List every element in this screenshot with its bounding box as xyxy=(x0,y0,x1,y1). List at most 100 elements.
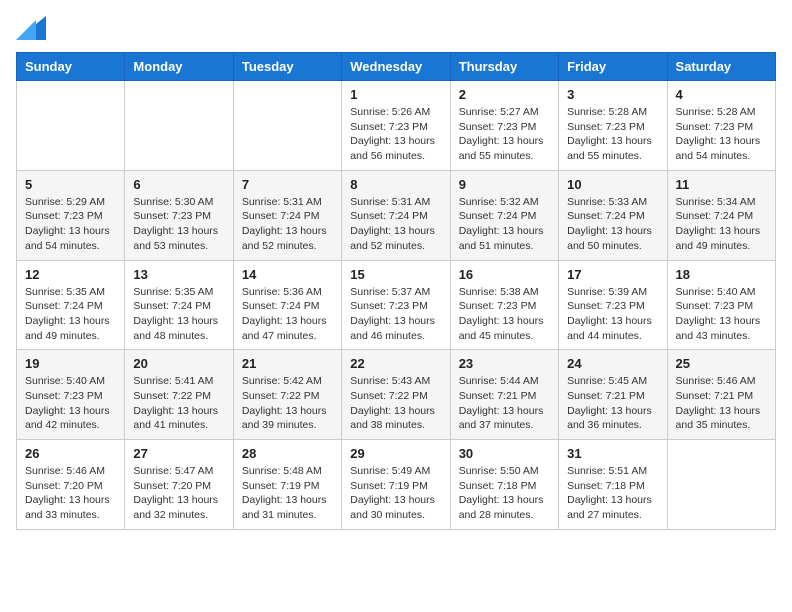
calendar-cell: 14Sunrise: 5:36 AM Sunset: 7:24 PM Dayli… xyxy=(233,260,341,350)
calendar-cell: 31Sunrise: 5:51 AM Sunset: 7:18 PM Dayli… xyxy=(559,440,667,530)
day-number: 7 xyxy=(242,177,333,192)
calendar-cell: 10 Sunrise: 5:33 AM Sunset: 7:24 PM Dayli… xyxy=(559,170,667,260)
day-number: 20 xyxy=(133,356,224,371)
calendar-cell: 19 Sunrise: 5:40 AM Sunset: 7:23 PM Dayli… xyxy=(17,350,125,440)
calendar-cell: 1Sunrise: 5:26 AM Sunset: 7:23 PM Daylig… xyxy=(342,81,450,171)
day-info: Sunrise: 5:28 AM Sunset: 7:23 PM Dayligh… xyxy=(676,105,767,164)
calendar-cell: 3 Sunrise: 5:28 AM Sunset: 7:23 PM Daylig… xyxy=(559,81,667,171)
calendar-cell: 7 Sunrise: 5:31 AM Sunset: 7:24 PM Daylig… xyxy=(233,170,341,260)
day-info: Sunrise: 5:42 AM Sunset: 7:22 PM Dayligh… xyxy=(242,374,333,433)
day-info: Sunrise: 5:49 AM Sunset: 7:19 PM Dayligh… xyxy=(350,464,441,523)
day-of-week-header: Saturday xyxy=(667,53,775,81)
calendar-week-row: 12 Sunrise: 5:35 AM Sunset: 7:24 PM Dayli… xyxy=(17,260,776,350)
day-info: Sunrise: 5:36 AM Sunset: 7:24 PM Dayligh… xyxy=(242,285,333,344)
day-number: 19 xyxy=(25,356,116,371)
day-number: 17 xyxy=(567,267,658,282)
day-info: Sunrise: 5:40 AM Sunset: 7:23 PM Dayligh… xyxy=(676,285,767,344)
day-number: 9 xyxy=(459,177,550,192)
calendar-week-row: 5 Sunrise: 5:29 AM Sunset: 7:23 PM Daylig… xyxy=(17,170,776,260)
day-info: Sunrise: 5:44 AM Sunset: 7:21 PM Dayligh… xyxy=(459,374,550,433)
calendar-table: SundayMondayTuesdayWednesdayThursdayFrid… xyxy=(16,52,776,530)
day-info: Sunrise: 5:43 AM Sunset: 7:22 PM Dayligh… xyxy=(350,374,441,433)
calendar-cell: 21 Sunrise: 5:42 AM Sunset: 7:22 PM Dayli… xyxy=(233,350,341,440)
calendar-week-row: 1Sunrise: 5:26 AM Sunset: 7:23 PM Daylig… xyxy=(17,81,776,171)
day-number: 16 xyxy=(459,267,550,282)
day-number: 10 xyxy=(567,177,658,192)
day-number: 31 xyxy=(567,446,658,461)
day-of-week-header: Wednesday xyxy=(342,53,450,81)
day-info: Sunrise: 5:31 AM Sunset: 7:24 PM Dayligh… xyxy=(242,195,333,254)
day-number: 22 xyxy=(350,356,441,371)
calendar-cell xyxy=(233,81,341,171)
calendar-cell: 25 Sunrise: 5:46 AM Sunset: 7:21 PM Dayli… xyxy=(667,350,775,440)
calendar-cell: 6 Sunrise: 5:30 AM Sunset: 7:23 PM Daylig… xyxy=(125,170,233,260)
calendar-cell: 30Sunrise: 5:50 AM Sunset: 7:18 PM Dayli… xyxy=(450,440,558,530)
day-info: Sunrise: 5:40 AM Sunset: 7:23 PM Dayligh… xyxy=(25,374,116,433)
calendar-cell: 4 Sunrise: 5:28 AM Sunset: 7:23 PM Daylig… xyxy=(667,81,775,171)
day-number: 11 xyxy=(676,177,767,192)
day-info: Sunrise: 5:50 AM Sunset: 7:18 PM Dayligh… xyxy=(459,464,550,523)
calendar-cell: 16 Sunrise: 5:38 AM Sunset: 7:23 PM Dayli… xyxy=(450,260,558,350)
calendar-cell: 17 Sunrise: 5:39 AM Sunset: 7:23 PM Dayli… xyxy=(559,260,667,350)
calendar-cell: 29Sunrise: 5:49 AM Sunset: 7:19 PM Dayli… xyxy=(342,440,450,530)
calendar-week-row: 26 Sunrise: 5:46 AM Sunset: 7:20 PM Dayli… xyxy=(17,440,776,530)
calendar-cell xyxy=(667,440,775,530)
day-info: Sunrise: 5:35 AM Sunset: 7:24 PM Dayligh… xyxy=(133,285,224,344)
calendar-cell: 9 Sunrise: 5:32 AM Sunset: 7:24 PM Daylig… xyxy=(450,170,558,260)
day-info: Sunrise: 5:37 AM Sunset: 7:23 PM Dayligh… xyxy=(350,285,441,344)
day-number: 23 xyxy=(459,356,550,371)
day-info: Sunrise: 5:28 AM Sunset: 7:23 PM Dayligh… xyxy=(567,105,658,164)
day-of-week-header: Sunday xyxy=(17,53,125,81)
day-of-week-header: Thursday xyxy=(450,53,558,81)
calendar-header-row: SundayMondayTuesdayWednesdayThursdayFrid… xyxy=(17,53,776,81)
day-info: Sunrise: 5:30 AM Sunset: 7:23 PM Dayligh… xyxy=(133,195,224,254)
calendar-cell: 26 Sunrise: 5:46 AM Sunset: 7:20 PM Dayli… xyxy=(17,440,125,530)
day-number: 13 xyxy=(133,267,224,282)
calendar-cell: 5 Sunrise: 5:29 AM Sunset: 7:23 PM Daylig… xyxy=(17,170,125,260)
day-info: Sunrise: 5:32 AM Sunset: 7:24 PM Dayligh… xyxy=(459,195,550,254)
day-of-week-header: Monday xyxy=(125,53,233,81)
calendar-cell: 20Sunrise: 5:41 AM Sunset: 7:22 PM Dayli… xyxy=(125,350,233,440)
day-number: 27 xyxy=(133,446,224,461)
day-of-week-header: Tuesday xyxy=(233,53,341,81)
calendar-week-row: 19 Sunrise: 5:40 AM Sunset: 7:23 PM Dayli… xyxy=(17,350,776,440)
day-number: 26 xyxy=(25,446,116,461)
day-number: 2 xyxy=(459,87,550,102)
day-info: Sunrise: 5:46 AM Sunset: 7:20 PM Dayligh… xyxy=(25,464,116,523)
calendar-cell: 13 Sunrise: 5:35 AM Sunset: 7:24 PM Dayli… xyxy=(125,260,233,350)
day-number: 15 xyxy=(350,267,441,282)
day-info: Sunrise: 5:48 AM Sunset: 7:19 PM Dayligh… xyxy=(242,464,333,523)
calendar-cell: 8 Sunrise: 5:31 AM Sunset: 7:24 PM Daylig… xyxy=(342,170,450,260)
calendar-cell: 23 Sunrise: 5:44 AM Sunset: 7:21 PM Dayli… xyxy=(450,350,558,440)
calendar-cell xyxy=(17,81,125,171)
day-info: Sunrise: 5:31 AM Sunset: 7:24 PM Dayligh… xyxy=(350,195,441,254)
day-info: Sunrise: 5:35 AM Sunset: 7:24 PM Dayligh… xyxy=(25,285,116,344)
day-info: Sunrise: 5:45 AM Sunset: 7:21 PM Dayligh… xyxy=(567,374,658,433)
day-info: Sunrise: 5:34 AM Sunset: 7:24 PM Dayligh… xyxy=(676,195,767,254)
calendar-cell: 11 Sunrise: 5:34 AM Sunset: 7:24 PM Dayli… xyxy=(667,170,775,260)
day-number: 4 xyxy=(676,87,767,102)
calendar-cell: 18Sunrise: 5:40 AM Sunset: 7:23 PM Dayli… xyxy=(667,260,775,350)
day-number: 24 xyxy=(567,356,658,371)
day-number: 25 xyxy=(676,356,767,371)
day-number: 12 xyxy=(25,267,116,282)
calendar-cell: 28Sunrise: 5:48 AM Sunset: 7:19 PM Dayli… xyxy=(233,440,341,530)
page-header xyxy=(16,16,776,40)
calendar-cell: 15 Sunrise: 5:37 AM Sunset: 7:23 PM Dayli… xyxy=(342,260,450,350)
day-number: 21 xyxy=(242,356,333,371)
day-of-week-header: Friday xyxy=(559,53,667,81)
calendar-cell: 2 Sunrise: 5:27 AM Sunset: 7:23 PM Daylig… xyxy=(450,81,558,171)
day-info: Sunrise: 5:46 AM Sunset: 7:21 PM Dayligh… xyxy=(676,374,767,433)
day-info: Sunrise: 5:47 AM Sunset: 7:20 PM Dayligh… xyxy=(133,464,224,523)
day-number: 5 xyxy=(25,177,116,192)
day-info: Sunrise: 5:33 AM Sunset: 7:24 PM Dayligh… xyxy=(567,195,658,254)
day-number: 6 xyxy=(133,177,224,192)
calendar-cell: 24 Sunrise: 5:45 AM Sunset: 7:21 PM Dayli… xyxy=(559,350,667,440)
day-info: Sunrise: 5:29 AM Sunset: 7:23 PM Dayligh… xyxy=(25,195,116,254)
day-number: 3 xyxy=(567,87,658,102)
day-number: 8 xyxy=(350,177,441,192)
calendar-cell: 12 Sunrise: 5:35 AM Sunset: 7:24 PM Dayli… xyxy=(17,260,125,350)
day-info: Sunrise: 5:27 AM Sunset: 7:23 PM Dayligh… xyxy=(459,105,550,164)
day-info: Sunrise: 5:38 AM Sunset: 7:23 PM Dayligh… xyxy=(459,285,550,344)
day-info: Sunrise: 5:39 AM Sunset: 7:23 PM Dayligh… xyxy=(567,285,658,344)
